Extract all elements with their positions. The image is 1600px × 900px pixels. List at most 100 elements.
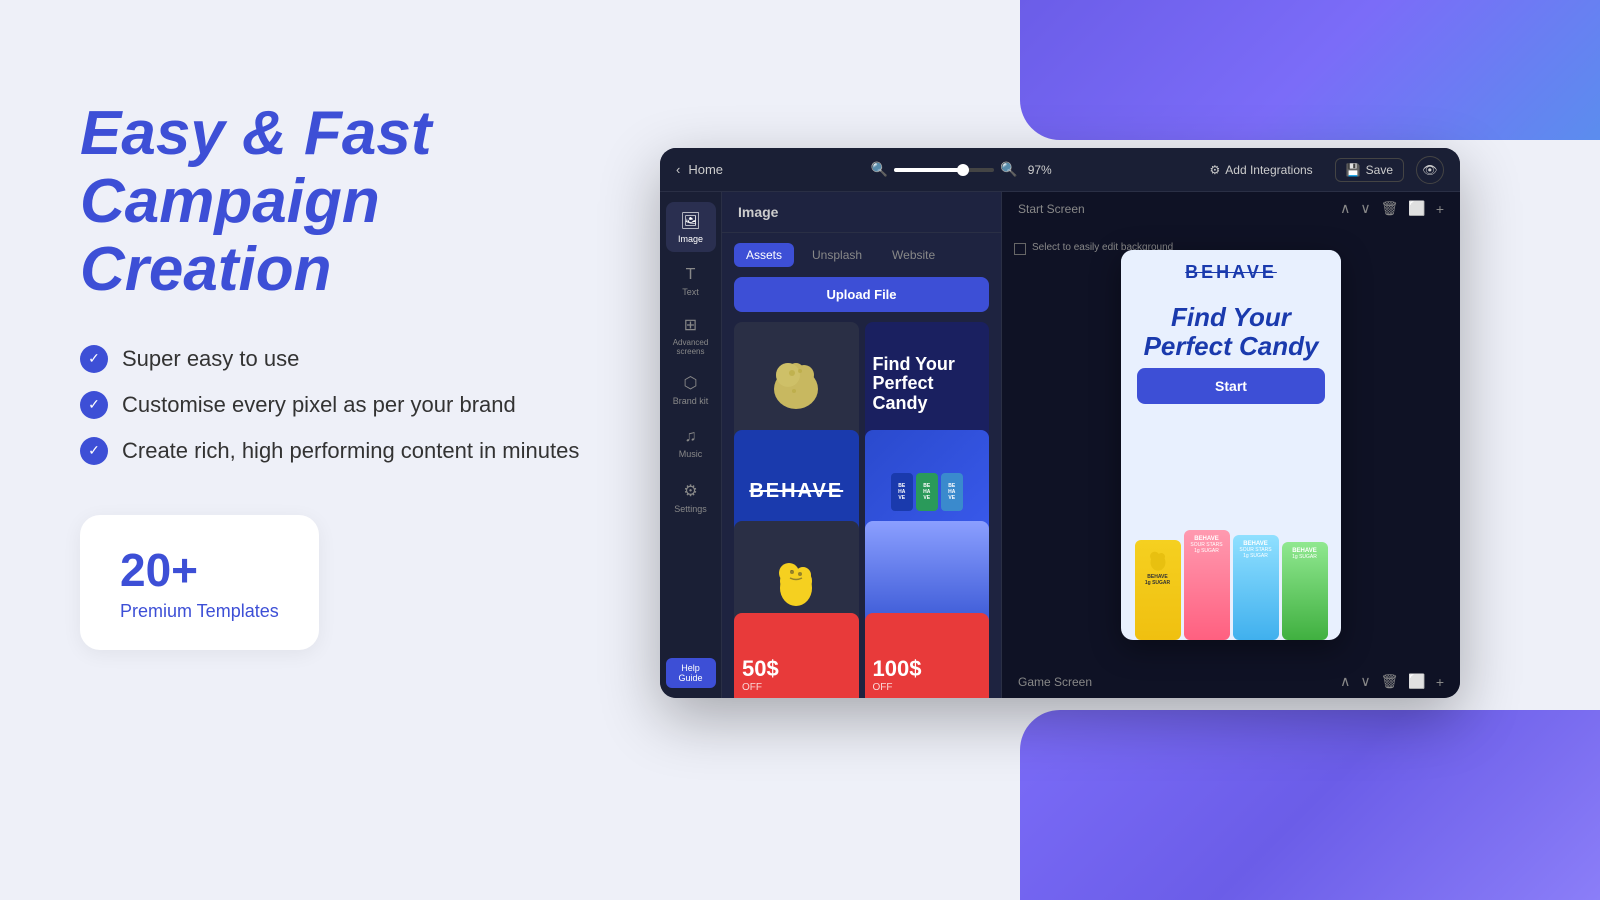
- check-icon-3: ✓: [80, 437, 108, 465]
- asset-gummy-rock[interactable]: [734, 322, 859, 447]
- promo-100-off-text: OFF: [873, 682, 893, 693]
- sidebar-item-text[interactable]: T Text: [666, 256, 716, 306]
- zoom-thumb: [957, 164, 969, 176]
- game-screen-label: Game Screen: [1018, 675, 1092, 689]
- puzzle-icon: ⚙: [1210, 163, 1221, 177]
- zoom-slider[interactable]: [894, 168, 994, 172]
- tab-assets[interactable]: Assets: [734, 243, 794, 267]
- stats-label: Premium Templates: [120, 601, 279, 622]
- sidebar-item-brand[interactable]: ⬡ Brand kit: [666, 364, 716, 414]
- duplicate-icon[interactable]: ⬜: [1408, 200, 1425, 217]
- ad-brand-name: BEHAVE: [1133, 262, 1329, 283]
- game-chevron-down-icon[interactable]: ∨: [1360, 673, 1370, 690]
- zoom-fill: [894, 168, 959, 172]
- pack-sublabel-4: 1g SUGAR: [1292, 554, 1317, 560]
- toolbar-right: ⚙ Add Integrations 💾 Save 👁: [1200, 156, 1444, 184]
- asset-text-title: Find YourPerfect Candy: [873, 355, 982, 414]
- upload-file-button[interactable]: Upload File: [734, 277, 989, 312]
- delete-icon[interactable]: 🗑: [1381, 200, 1399, 217]
- tab-website-label: Website: [892, 248, 935, 262]
- toolbar: ‹ Home 🔍 🔍 97% ⚙ Add Integrations 💾 Save: [660, 148, 1460, 192]
- features-list: ✓ Super easy to use ✓ Customise every pi…: [80, 345, 680, 465]
- text-icon: T: [686, 266, 696, 284]
- start-screen-actions: ∧ ∨ 🗑 ⬜ +: [1340, 200, 1444, 217]
- promo-100-display: 100$ OFF: [865, 613, 990, 699]
- sidebar-item-advanced[interactable]: ⊞ Advanced screens: [666, 310, 716, 360]
- pack-3: BEHAVE: [941, 473, 963, 511]
- tab-assets-label: Assets: [746, 248, 782, 262]
- ad-candy-images: BEHAVE1g SUGAR BEHAVE SOUR STARS1g SUGAR…: [1121, 510, 1341, 640]
- zoom-value: 97%: [1028, 163, 1052, 177]
- ad-card-header: BEHAVE: [1121, 250, 1341, 295]
- promo-100-price: 100$: [873, 656, 922, 682]
- tab-unsplash-label: Unsplash: [812, 248, 862, 262]
- feature-item-2: ✓ Customise every pixel as per your bran…: [80, 391, 680, 419]
- zoom-out-icon[interactable]: 🔍: [871, 161, 888, 178]
- sidebar-label-advanced: Advanced screens: [666, 338, 716, 356]
- assets-panel: Image Assets Unsplash Website Upload Fil…: [722, 192, 1002, 698]
- sidebar-item-settings[interactable]: ⚙ Settings: [666, 472, 716, 522]
- ad-main-title: Find Your Perfect Candy: [1133, 303, 1329, 360]
- title-line-2: Campaign: [80, 167, 380, 236]
- game-chevron-up-icon[interactable]: ∧: [1340, 673, 1350, 690]
- promo-100-label: OFF: [873, 682, 893, 693]
- sidebar-item-music[interactable]: ♫ Music: [666, 418, 716, 468]
- save-button[interactable]: 💾 Save: [1335, 158, 1404, 182]
- sidebar-label-brand: Brand kit: [673, 396, 709, 406]
- save-label: Save: [1366, 163, 1393, 177]
- pack-label-1: BEHAVE1g SUGAR: [1145, 574, 1170, 586]
- left-panel: Easy & Fast Campaign Creation ✓ Super ea…: [80, 100, 680, 650]
- add-screen-icon[interactable]: +: [1436, 201, 1444, 217]
- stats-card: 20+ Premium Templates: [80, 515, 319, 650]
- game-delete-icon[interactable]: 🗑: [1381, 673, 1399, 690]
- preview-button[interactable]: 👁: [1416, 156, 1444, 184]
- panel-header: Image: [722, 192, 1001, 233]
- candy-packs-row: BEHAVE1g SUGAR BEHAVE SOUR STARS1g SUGAR…: [1135, 530, 1328, 640]
- main-title: Easy & Fast Campaign Creation: [80, 100, 680, 305]
- game-duplicate-icon[interactable]: ⬜: [1408, 673, 1425, 690]
- candy-pack-green: BEHAVE 1g SUGAR: [1282, 542, 1328, 640]
- asset-text-content: Find YourPerfect Candy: [873, 355, 982, 414]
- back-icon[interactable]: ‹: [676, 162, 680, 177]
- tab-website[interactable]: Website: [880, 243, 947, 267]
- zoom-slider-container: 🔍 🔍 97%: [871, 161, 1052, 178]
- save-icon: 💾: [1346, 163, 1361, 177]
- promo-50-display: 50$ OFF: [734, 613, 859, 699]
- sidebar-label-music: Music: [679, 449, 703, 459]
- assets-grid: Find YourPerfect Candy BEHAVE BEHAVE BEH…: [722, 322, 1001, 698]
- home-link[interactable]: Home: [688, 162, 723, 177]
- bg-bottom-right-decoration: [1020, 710, 1600, 900]
- toolbar-center: 🔍 🔍 97%: [735, 161, 1187, 178]
- sidebar-label-image: Image: [678, 234, 703, 244]
- chevron-up-icon[interactable]: ∧: [1340, 200, 1350, 217]
- sidebar-item-image[interactable]: 🖼 Image: [666, 202, 716, 252]
- help-guide-button[interactable]: Help Guide: [666, 658, 716, 688]
- gummy-rock-image: [766, 349, 826, 419]
- select-bg-checkbox[interactable]: [1014, 243, 1026, 255]
- asset-text-candy[interactable]: Find YourPerfect Candy: [865, 322, 990, 447]
- check-icon-1: ✓: [80, 345, 108, 373]
- add-integrations-button[interactable]: ⚙ Add Integrations: [1200, 159, 1323, 181]
- asset-promo-100[interactable]: 100$ OFF: [865, 613, 990, 699]
- advanced-icon: ⊞: [684, 315, 697, 335]
- candy-pack-pink: BEHAVE SOUR STARS1g SUGAR: [1184, 530, 1230, 640]
- game-screen-actions: ∧ ∨ 🗑 ⬜ +: [1340, 673, 1444, 690]
- title-line-1: Easy & Fast: [80, 99, 432, 168]
- app-content: 🖼 Image T Text ⊞ Advanced screens ⬡ Bran…: [660, 192, 1460, 698]
- ad-preview-card[interactable]: BEHAVE Find Your Perfect Candy Start: [1121, 250, 1341, 640]
- sidebar-label-settings: Settings: [674, 504, 707, 514]
- promo-50-label: OFF: [742, 682, 762, 693]
- app-mockup: ‹ Home 🔍 🔍 97% ⚙ Add Integrations 💾 Save: [660, 148, 1460, 698]
- chevron-down-icon[interactable]: ∨: [1360, 200, 1370, 217]
- title-line-3: Creation: [80, 235, 331, 304]
- promo-50-price: 50$: [742, 656, 779, 682]
- tab-unsplash[interactable]: Unsplash: [800, 243, 874, 267]
- asset-promo-50[interactable]: 50$ OFF: [734, 613, 859, 699]
- feature-text-1: Super easy to use: [122, 346, 299, 372]
- zoom-in-icon[interactable]: 🔍: [1000, 161, 1017, 178]
- start-screen-label: Start Screen: [1018, 202, 1085, 216]
- panel-title: Image: [738, 204, 778, 220]
- pack-2: BEHAVE: [916, 473, 938, 511]
- ad-start-button[interactable]: Start: [1137, 368, 1325, 404]
- game-add-icon[interactable]: +: [1436, 674, 1444, 690]
